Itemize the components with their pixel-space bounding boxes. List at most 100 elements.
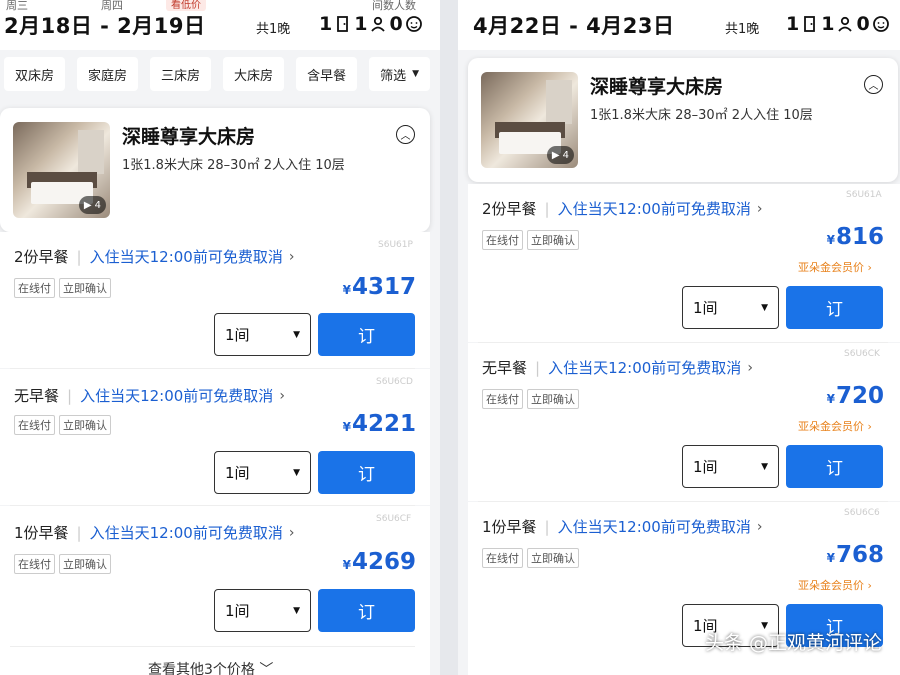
currency: ¥	[342, 558, 351, 572]
rate-title[interactable]: 1份早餐 | 入住当天12:00前可免费取消 ›	[482, 516, 762, 537]
panel-gap	[440, 0, 458, 675]
nights-label: 共1晚	[256, 22, 291, 37]
member-price-label: 亚朵金会员价	[798, 420, 864, 433]
rate-plan: 无早餐 | 入住当天12:00前可免费取消 › S6U6CK 在线付 立即确认 ¥720…	[468, 343, 900, 501]
quantity-select[interactable]: 1间 ▼	[682, 445, 779, 488]
rate-code: S6U61P	[378, 240, 413, 250]
tag-instant-confirm: 立即确认	[527, 389, 579, 409]
media-count: 4	[94, 199, 101, 211]
book-button[interactable]: 订	[786, 286, 883, 329]
filter-family[interactable]: 家庭房	[77, 57, 139, 91]
cancel-policy: 入住当天12:00前可免费取消	[80, 387, 274, 405]
watermark: 头条 @正观黄河评论	[704, 632, 882, 654]
guest-selector[interactable]: 1 1 0	[319, 13, 423, 35]
member-price-link[interactable]: 亚朵金会员价 ›	[798, 577, 872, 593]
filter-king[interactable]: 大床房	[223, 57, 285, 91]
quantity-select[interactable]: 1间 ▼	[214, 589, 311, 632]
rate-code: S6U61A	[846, 190, 882, 200]
rate-plan: 1份早餐 | 入住当天12:00前可免费取消 › S6U6CF 在线付 立即确认 ¥42…	[0, 506, 430, 675]
quantity-select[interactable]: 1间 ▼	[214, 313, 311, 356]
quantity-value: 1间	[693, 299, 718, 317]
rate-title[interactable]: 无早餐 | 入住当天12:00前可免费取消 ›	[482, 357, 753, 378]
rate-code: S6U6CK	[844, 349, 880, 359]
chevron-down-icon: ﹀	[254, 662, 274, 675]
currency: ¥	[342, 420, 351, 434]
filter-triple[interactable]: 三床房	[150, 57, 212, 91]
rate-tags: 在线付 立即确认	[482, 230, 579, 250]
rate-title[interactable]: 无早餐 | 入住当天12:00前可免费取消 ›	[14, 385, 285, 406]
adults-count: 1	[821, 13, 835, 35]
filter-more[interactable]: 筛选 ▼	[369, 57, 431, 91]
dropdown-caret-icon: ▼	[293, 605, 300, 616]
collapse-chevron-icon[interactable]: ︿	[864, 75, 883, 94]
media-badge: ▶ 4	[546, 146, 574, 164]
member-price-link[interactable]: 亚朵金会员价 ›	[798, 418, 872, 434]
quantity-value: 1间	[693, 458, 718, 476]
tag-instant-confirm: 立即确认	[59, 554, 111, 574]
chevron-right-icon: ›	[288, 524, 295, 541]
filter-breakfast[interactable]: 含早餐	[296, 57, 358, 91]
room-name: 深睡尊享大床房	[590, 76, 724, 98]
chevron-right-icon: ›	[288, 248, 295, 265]
left-screenshot: 周三 周四 看低价 间数人数 2月18日 - 2月19日 共1晚 1 1 0 双…	[0, 0, 440, 675]
tag-instant-confirm: 立即确认	[59, 415, 111, 435]
cancel-policy: 入住当天12:00前可免费取消	[557, 200, 751, 218]
book-button[interactable]: 订	[786, 445, 883, 488]
rate-code: S6U6CF	[376, 514, 412, 524]
quantity-value: 1间	[225, 602, 250, 620]
rate-code: S6U6C6	[844, 508, 880, 518]
chevron-right-icon: ›	[756, 200, 763, 217]
tag-instant-confirm: 立即确认	[59, 278, 111, 298]
child-icon	[405, 16, 422, 32]
collapse-chevron-icon[interactable]: ︿	[396, 125, 415, 144]
price-value: 816	[835, 224, 884, 250]
more-prices-link[interactable]: 查看其他3个价格 ﹀	[148, 659, 273, 675]
cancel-policy: 入住当天12:00前可免费取消	[89, 248, 283, 266]
room-card[interactable]: ▶ 4 深睡尊享大床房 1张1.8米大床 28–30㎡ 2人入住 10层 ︿	[0, 108, 430, 232]
date-bar[interactable]: 4月22日 - 4月23日 共1晚 1 1 0	[458, 0, 900, 50]
nights-label: 共1晚	[725, 22, 760, 37]
member-price-label: 亚朵金会员价	[798, 261, 864, 274]
book-button[interactable]: 订	[318, 451, 415, 494]
room-name: 深睡尊享大床房	[122, 126, 256, 148]
door-icon	[804, 16, 816, 32]
children-count: 0	[856, 13, 870, 35]
play-icon: ▶	[551, 149, 560, 161]
rate-title[interactable]: 2份早餐 | 入住当天12:00前可免费取消 ›	[14, 246, 294, 267]
rate-plan: 无早餐 | 入住当天12:00前可免费取消 › S6U6CD 在线付 立即确认 ¥422…	[0, 369, 430, 505]
date-bar[interactable]: 周三 周四 看低价 间数人数 2月18日 - 2月19日 共1晚 1 1 0	[0, 0, 440, 50]
date-range[interactable]: 4月22日 - 4月23日	[473, 10, 675, 40]
book-button[interactable]: 订	[318, 313, 415, 356]
rate-code: S6U6CD	[376, 377, 413, 387]
filter-twin[interactable]: 双床房	[4, 57, 66, 91]
room-photo[interactable]: ▶ 4	[481, 72, 578, 168]
guest-selector[interactable]: 1 1 0	[786, 13, 890, 35]
book-button[interactable]: 订	[318, 589, 415, 632]
guest-hint: 间数人数	[372, 0, 416, 12]
currency: ¥	[826, 233, 835, 247]
dropdown-caret-icon: ▼	[293, 467, 300, 478]
quantity-select[interactable]: 1间 ▼	[682, 286, 779, 329]
door-icon	[337, 16, 349, 32]
member-price-link[interactable]: 亚朵金会员价 ›	[798, 259, 872, 275]
room-spec: 1张1.8米大床 28–30㎡ 2人入住 10层	[590, 108, 813, 123]
member-price-label: 亚朵金会员价	[798, 579, 864, 592]
room-photo[interactable]: ▶ 4	[13, 122, 110, 218]
rate-tags: 在线付 立即确认	[14, 554, 111, 574]
currency: ¥	[826, 392, 835, 406]
room-card[interactable]: ▶ 4 深睡尊享大床房 1张1.8米大床 28–30㎡ 2人入住 10层 ︿	[468, 58, 898, 182]
rate-title[interactable]: 1份早餐 | 入住当天12:00前可免费取消 ›	[14, 522, 294, 543]
quantity-value: 1间	[225, 464, 250, 482]
rate-title[interactable]: 2份早餐 | 入住当天12:00前可免费取消 ›	[482, 198, 762, 219]
dropdown-caret-icon: ▼	[761, 302, 768, 313]
adults-count: 1	[354, 13, 368, 35]
cancel-policy: 入住当天12:00前可免费取消	[548, 359, 742, 377]
dropdown-caret-icon: ▼	[761, 461, 768, 472]
quantity-select[interactable]: 1间 ▼	[214, 451, 311, 494]
chevron-right-icon: ›	[756, 518, 763, 535]
price: ¥4269	[300, 549, 416, 575]
rooms-count: 1	[786, 13, 800, 35]
date-range[interactable]: 2月18日 - 2月19日	[4, 10, 206, 40]
price: ¥720	[768, 383, 884, 409]
tag-online-pay: 在线付	[482, 230, 523, 250]
